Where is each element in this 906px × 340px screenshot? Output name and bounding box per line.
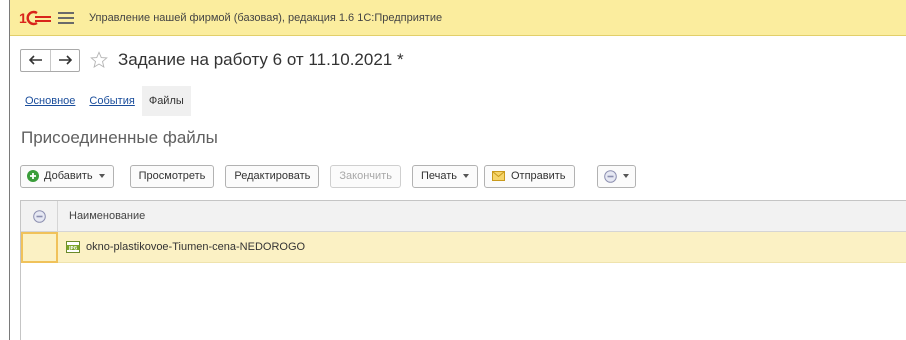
column-settings-button[interactable] [21, 200, 58, 232]
back-button[interactable] [21, 50, 50, 71]
app-window: 1 Управление нашей фирмой (базовая), ред… [9, 0, 906, 340]
file-name: okno-plastikovoe-Tiumen-cena-NEDOROGO [86, 241, 306, 253]
tab-main[interactable]: Основное [18, 86, 82, 116]
send-button[interactable]: Отправить [483, 164, 575, 188]
command-bar: Добавить Просмотреть Редактировать Закон… [20, 164, 636, 188]
add-button-label: Добавить [44, 170, 93, 182]
finish-button-label: Закончить [339, 170, 392, 182]
svg-text:1: 1 [19, 10, 27, 26]
view-button[interactable]: Просмотреть [129, 164, 215, 188]
jpg-file-icon: JPG [66, 241, 80, 253]
svg-text:JPG: JPG [68, 245, 78, 250]
circle-menu-icon [603, 169, 617, 183]
1c-logo-icon[interactable]: 1 [19, 10, 53, 26]
title-bar: 1 Управление нашей фирмой (базовая), ред… [10, 0, 906, 36]
star-icon[interactable] [90, 51, 108, 69]
table-header: Наименование [21, 200, 906, 232]
add-button[interactable]: Добавить [20, 164, 114, 188]
app-title: Управление нашей фирмой (базовая), редак… [89, 11, 443, 24]
document-title: Задание на работу 6 от 11.10.2021 * [118, 50, 404, 69]
section-title: Присоединенные файлы [21, 128, 218, 147]
hamburger-icon[interactable] [57, 10, 75, 26]
tab-events[interactable]: События [82, 86, 141, 116]
table-row[interactable]: JPG okno-plastikovoe-Tiumen-cena-NEDOROG… [21, 231, 906, 263]
chevron-down-icon [622, 174, 629, 178]
arrow-right-icon [59, 55, 72, 65]
print-button[interactable]: Печать [411, 164, 478, 188]
send-button-label: Отправить [510, 170, 566, 182]
arrow-left-icon [28, 55, 42, 65]
tab-files[interactable]: Файлы [141, 86, 191, 116]
edit-button-label: Редактировать [234, 170, 311, 182]
forward-button[interactable] [50, 49, 79, 71]
more-actions-button[interactable] [596, 164, 636, 188]
edit-button[interactable]: Редактировать [225, 164, 320, 188]
view-button-label: Просмотреть [138, 170, 206, 182]
file-name-cell[interactable]: JPG okno-plastikovoe-Tiumen-cena-NEDOROG… [58, 241, 305, 253]
envelope-icon [491, 171, 505, 181]
plus-circle-icon [27, 170, 39, 182]
navigation-buttons [20, 48, 80, 72]
document-header: Задание на работу 6 от 11.10.2021 * [20, 48, 404, 72]
files-table: Наименование JPG okno-plastikovoe-Tiumen… [20, 200, 906, 340]
finish-button[interactable]: Закончить [330, 164, 401, 188]
column-header-name[interactable]: Наименование [58, 210, 145, 222]
row-selector-cell[interactable] [21, 231, 58, 263]
form-tabs: Основное События Файлы [18, 86, 191, 116]
chevron-down-icon [462, 174, 469, 178]
circle-menu-icon [32, 209, 46, 223]
print-button-label: Печать [420, 170, 457, 182]
chevron-down-icon [98, 174, 105, 178]
